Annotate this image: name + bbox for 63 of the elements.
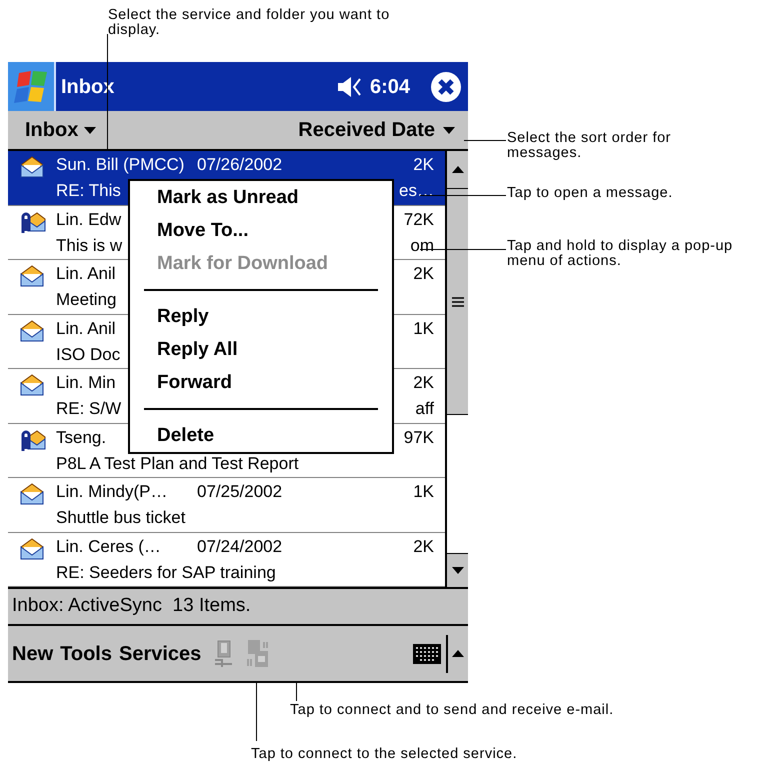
message-date: 07/26/2002	[197, 154, 282, 176]
status-bar: Inbox: ActiveSync 13 Items.	[8, 589, 468, 626]
message-subject: Meeting	[56, 289, 116, 311]
message-subject: RE: Seeders for SAP training	[56, 562, 276, 584]
caret-icon	[84, 126, 96, 134]
message-size: 2K	[413, 372, 434, 394]
message-size: 2K	[413, 263, 434, 285]
sender-name: Lin. Anil	[56, 264, 116, 283]
message-subject: RE: S/W	[56, 398, 122, 420]
message-size: 72K	[404, 208, 434, 230]
menu-button[interactable]: Tools	[60, 638, 112, 668]
callout-text: Select the service and folder you want to display.	[108, 8, 391, 38]
message-size: 2K	[413, 154, 434, 176]
message-subject: P8L A Test Plan and Test Report	[56, 452, 299, 474]
message-size: 1K	[413, 318, 434, 340]
envelope-icon	[19, 156, 45, 178]
message-date: 07/24/2002	[197, 536, 282, 558]
message-size: 2K	[413, 536, 434, 558]
envelope-icon	[19, 265, 45, 287]
message-size: 97K	[404, 426, 434, 448]
scroll-down-icon[interactable]	[452, 567, 464, 574]
menu-item[interactable]: Move To...	[130, 214, 392, 247]
message-subject: Shuttle bus ticket	[56, 507, 186, 529]
message-subject: ISO Doc	[56, 344, 120, 366]
callout-text: Tap to connect and to send and receive e-mail.	[290, 703, 615, 718]
envelope-icon	[19, 483, 45, 505]
sort-dropdown[interactable]: Received Date	[298, 115, 455, 145]
message-subject: RE: This	[56, 180, 121, 202]
menu-item[interactable]: Delete	[130, 419, 392, 452]
callout-text: Tap to open a message.	[507, 186, 674, 201]
menu-item[interactable]: Reply	[130, 300, 392, 333]
message-date: 07/25/2002	[197, 481, 282, 503]
envelope-icon	[19, 320, 45, 342]
start-button[interactable]	[8, 62, 56, 111]
scroll-up-icon[interactable]	[452, 166, 464, 173]
envelope-icon	[19, 374, 45, 396]
sender-name: Tseng.	[56, 428, 106, 446]
menu-button[interactable]: Services	[118, 638, 202, 668]
callout-text: Tap and hold to display a pop-up menu of actions.	[507, 239, 734, 269]
sender-name: Lin. Edw	[56, 210, 122, 228]
scrollbar[interactable]	[445, 151, 468, 587]
message-row[interactable]: Lin. Ceres (… 07/24/2002 2K RE: Seeders for SAP training	[8, 532, 445, 587]
envelope-icon	[19, 538, 45, 560]
close-icon[interactable]	[430, 70, 462, 102]
message-subject: aff	[415, 398, 434, 420]
sender-name: Lin. Min	[56, 373, 116, 392]
sender-name: Lin. Mindy(P…	[56, 482, 168, 501]
caret-icon	[443, 126, 455, 134]
callout-text: Select the sort order for messages.	[507, 131, 672, 161]
folder-dropdown[interactable]: Inbox	[25, 115, 96, 145]
scroll-thumb-icon[interactable]	[452, 296, 464, 306]
menu-item[interactable]: Reply All	[130, 333, 392, 366]
menu-button[interactable]: New	[12, 638, 54, 668]
message-size: 1K	[413, 481, 434, 503]
keyboard-icon[interactable]	[412, 642, 442, 664]
sender-name: Sun. Bill (PMCC)	[56, 155, 184, 174]
callout-text: Tap to connect to the selected service.	[251, 747, 518, 762]
menu-item[interactable]: Forward	[130, 366, 392, 399]
clock-time[interactable]: 6:04	[370, 72, 410, 102]
sender-name: Lin. Anil	[56, 318, 116, 338]
message-subject: This is w	[56, 234, 122, 256]
input-arrow-icon[interactable]	[452, 650, 464, 657]
sender-name: Lin. Ceres (…	[56, 536, 161, 556]
